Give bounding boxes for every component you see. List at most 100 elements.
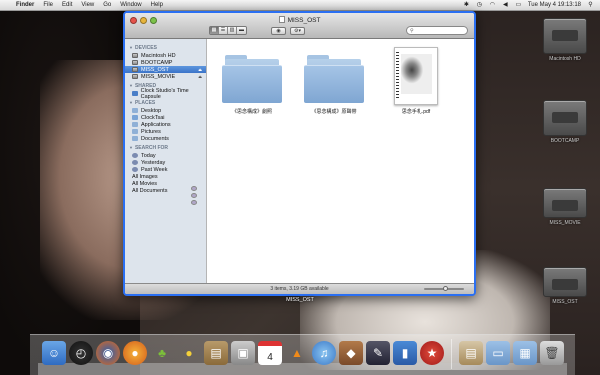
- hard-disk-icon: [543, 100, 587, 136]
- finder-window: MISS_OST ▦ ☰ ▥ ▬ ◉ ⚙▾ ⚲ ▼ DEVICES Macinto…: [123, 11, 476, 296]
- trash-icon[interactable]: 🗑: [540, 341, 564, 365]
- desktop-disk-label: Macintosh HD: [549, 56, 581, 62]
- title-bar[interactable]: MISS_OST ▦ ☰ ▥ ▬ ◉ ⚙▾ ⚲: [125, 13, 474, 39]
- spotlight-icon[interactable]: ⚲: [587, 2, 594, 9]
- cover-flow-button[interactable]: ▬: [237, 27, 246, 34]
- menu-clock[interactable]: Tue May 4 19:13:18: [528, 2, 581, 8]
- dashboard-icon[interactable]: ◴: [69, 341, 93, 365]
- desktop-disk-label: MISS_OST: [552, 299, 578, 305]
- android-icon[interactable]: ♣: [150, 341, 174, 365]
- menu-finder[interactable]: Finder: [16, 2, 34, 8]
- applications-stack-icon[interactable]: ▦: [513, 341, 537, 365]
- home-icon: [132, 115, 138, 120]
- file-name: 思念手札.pdf: [401, 109, 431, 115]
- toolbar: ▦ ☰ ▥ ▬ ◉ ⚙▾: [209, 26, 305, 35]
- keynote-icon[interactable]: ◆: [339, 341, 363, 365]
- sidebar-item-home[interactable]: ClockTsai: [125, 114, 206, 121]
- menu-help[interactable]: Help: [151, 2, 163, 8]
- sidebar-item-past-week[interactable]: Past Week: [125, 166, 206, 173]
- menu-go[interactable]: Go: [103, 2, 111, 8]
- itunes-icon[interactable]: ♫: [312, 341, 336, 365]
- icon-size-slider[interactable]: [424, 286, 464, 291]
- duck-icon[interactable]: ●: [177, 341, 201, 365]
- pictures-folder-icon: [132, 129, 138, 134]
- sidebar-item-applications[interactable]: Applications: [125, 121, 206, 128]
- desktop-disk[interactable]: Macintosh HD: [542, 18, 588, 62]
- sidebar-item-all-images[interactable]: All Images: [125, 173, 206, 191]
- column-view-button[interactable]: ▥: [228, 27, 237, 34]
- slider-knob[interactable]: [443, 286, 448, 291]
- sidebar-section-devices[interactable]: ▼ DEVICES: [125, 42, 206, 52]
- eject-icon[interactable]: ⏏: [198, 74, 202, 79]
- pdf-thumbnail-icon: [394, 47, 438, 105]
- sidebar-section-search-for[interactable]: ▼ SEARCH FOR: [125, 142, 206, 152]
- pen-icon[interactable]: ✎: [366, 341, 390, 365]
- folder-icon: [222, 55, 282, 105]
- disk-icon: [132, 60, 138, 65]
- sidebar-item-miss-movie[interactable]: MISS_MOVIE ⏏: [125, 73, 206, 80]
- sidebar-item-all-documents[interactable]: All Documents: [125, 187, 206, 205]
- sidebar-item-today[interactable]: Today: [125, 152, 206, 159]
- menu-window[interactable]: Window: [120, 2, 141, 8]
- clock-icon: [132, 153, 138, 158]
- volume-icon[interactable]: ◀: [502, 2, 509, 9]
- dock: ☺ ◴ ◉ ● ♣ ● ▤ ▣ 4 ▲ ♫ ◆ ✎ ▮ ★ ▤ ▭ ▦ 🗑: [30, 334, 575, 375]
- disclosure-triangle-icon: ▼: [129, 145, 133, 150]
- list-view-button[interactable]: ☰: [219, 27, 228, 34]
- action-menu-button[interactable]: ⚙▾: [290, 26, 305, 35]
- clock-icon: [132, 160, 138, 165]
- status-text: 3 items, 3.19 GB available: [270, 286, 329, 292]
- star-icon[interactable]: ★: [420, 341, 444, 365]
- disclosure-triangle-icon: ▼: [129, 100, 133, 105]
- sidebar-item-miss-ost[interactable]: MISS_OST ⏏: [125, 66, 206, 73]
- disclosure-triangle-icon: ▼: [129, 83, 133, 88]
- desktop-disk[interactable]: BOOTCAMP: [542, 100, 588, 144]
- file-item-folder[interactable]: 《思念構成》劇照: [215, 55, 289, 115]
- sidebar-item-time-capsule[interactable]: Clock Studio's Time Capsule: [125, 88, 206, 100]
- calendar-icon[interactable]: 4: [258, 341, 282, 365]
- sidebar-item-bootcamp[interactable]: BOOTCAMP: [125, 59, 206, 66]
- file-item-folder[interactable]: 《思念構成》原聲帶: [297, 55, 371, 115]
- clock-icon: [132, 167, 138, 172]
- downloads-stack-icon[interactable]: ▭: [486, 341, 510, 365]
- sidebar-item-pictures[interactable]: Pictures: [125, 128, 206, 135]
- dock-separator: [451, 339, 452, 369]
- photos-icon[interactable]: ▣: [231, 341, 255, 365]
- eject-icon[interactable]: ⏏: [198, 67, 202, 72]
- sidebar: ▼ DEVICES Macintosh HD BOOTCAMP MISS_OST ⏏…: [125, 39, 207, 283]
- window-title-text: MISS_OST: [287, 17, 321, 24]
- disclosure-triangle-icon: ▼: [129, 45, 133, 50]
- sidebar-item-desktop[interactable]: Desktop: [125, 107, 206, 114]
- finder-icon[interactable]: ☺: [42, 341, 66, 365]
- notebook-icon[interactable]: ▤: [204, 341, 228, 365]
- sidebar-item-macintosh-hd[interactable]: Macintosh HD: [125, 52, 206, 59]
- chart-icon[interactable]: ▮: [393, 341, 417, 365]
- search-input[interactable]: ⚲: [406, 26, 468, 35]
- icon-view-button[interactable]: ▦: [210, 27, 219, 34]
- beach-ball-icon[interactable]: ●: [123, 341, 147, 365]
- menu-file[interactable]: File: [43, 2, 53, 8]
- time-machine-icon[interactable]: ◷: [476, 2, 483, 9]
- vlc-icon[interactable]: ▲: [285, 341, 309, 365]
- disk-proxy-icon[interactable]: [278, 16, 285, 23]
- quick-look-button[interactable]: ◉: [271, 26, 286, 35]
- hard-disk-icon: [543, 18, 587, 54]
- search-icon: ⚲: [410, 28, 414, 34]
- disk-icon: [132, 53, 138, 58]
- wifi-icon[interactable]: ◠: [489, 2, 496, 9]
- desktop-folder-icon: [132, 108, 138, 113]
- sidebar-item-documents[interactable]: Documents: [125, 135, 206, 142]
- bluetooth-icon[interactable]: ✱: [463, 2, 470, 9]
- external-disk-icon: [543, 188, 587, 218]
- sidebar-item-all-movies[interactable]: All Movies: [125, 180, 206, 198]
- sidebar-item-yesterday[interactable]: Yesterday: [125, 159, 206, 166]
- firefox-icon[interactable]: ◉: [96, 341, 120, 365]
- window-title: MISS_OST: [125, 16, 474, 24]
- desktop-disk[interactable]: MISS_OST: [542, 267, 588, 305]
- menu-view[interactable]: View: [81, 2, 94, 8]
- file-item-pdf[interactable]: 思念手札.pdf: [379, 47, 453, 115]
- menu-edit[interactable]: Edit: [62, 2, 72, 8]
- documents-stack-icon[interactable]: ▤: [459, 341, 483, 365]
- battery-icon[interactable]: ▭: [515, 2, 522, 9]
- desktop-disk[interactable]: MISS_MOVIE: [542, 188, 588, 226]
